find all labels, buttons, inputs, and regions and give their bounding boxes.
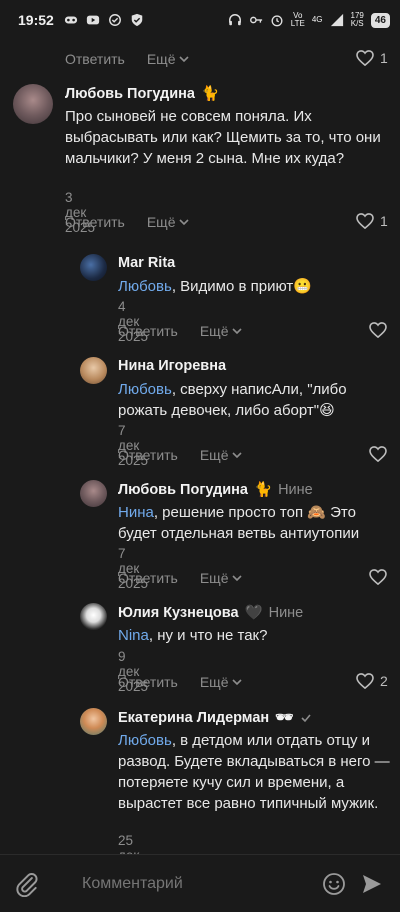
comment-date: 25 дек 2025 <box>118 833 139 854</box>
network-speed: 179 K/S <box>350 11 364 28</box>
reply-button[interactable]: Ответить <box>65 214 125 230</box>
comment-actions: Ответить Ещё <box>118 323 242 339</box>
comment-composer <box>0 854 400 912</box>
like-button[interactable]: 1 <box>356 50 388 66</box>
heart-icon <box>369 569 387 585</box>
comments-feed[interactable]: Ответить Ещё 1 Любовь Погудина 🐈 Про сыно… <box>0 40 400 854</box>
comment-text: Nina, ну и что не так? <box>118 627 268 644</box>
mention-link[interactable]: Любовь <box>118 732 172 749</box>
like-button[interactable] <box>369 446 387 462</box>
heart-icon <box>356 673 374 689</box>
like-count: 1 <box>380 213 388 229</box>
battery-indicator: 46 <box>370 12 390 28</box>
reply-button[interactable]: Ответить <box>118 323 178 339</box>
comment-author[interactable]: Любовь Погудина 🐈 <box>65 85 220 103</box>
comment-text: Любовь, в детдом или отдать отцу и разво… <box>118 732 390 812</box>
comment-text: Нина, решение просто топ 🙈 Это будет отд… <box>118 504 360 542</box>
reply-to-label[interactable]: Нине <box>278 482 313 498</box>
youtube-icon <box>86 15 99 25</box>
comment-actions: Ответить Ещё <box>65 214 189 230</box>
emoji: 🙈 <box>307 504 326 521</box>
mention-link[interactable]: Любовь <box>118 278 172 295</box>
status-time: 19:52 <box>18 12 54 28</box>
headphones-icon <box>228 14 241 26</box>
more-button[interactable]: Ещё <box>147 214 189 230</box>
shield-check-icon <box>131 13 143 27</box>
comment-author[interactable]: Екатерина Лидерман 🕶 <box>118 709 312 726</box>
signal-icon <box>330 13 343 27</box>
comment-input[interactable] <box>58 873 322 894</box>
author-badge: 🖤 <box>244 605 263 621</box>
alarm-icon <box>271 15 283 27</box>
comment-actions: Ответить Ещё <box>118 674 242 690</box>
chevron-down-icon <box>231 451 242 458</box>
comment-text: Любовь, сверху написАли, "либо рожать де… <box>118 381 347 419</box>
mention-link[interactable]: Nina <box>118 627 149 644</box>
reply-to-label[interactable]: Нине <box>269 605 304 621</box>
avatar[interactable] <box>80 480 107 507</box>
status-bar: 19:52 Vo LTE 4G 179 K/S 46 <box>0 0 400 40</box>
avatar[interactable] <box>80 603 107 630</box>
emoji: 😆 <box>319 402 335 419</box>
chevron-down-icon <box>178 218 189 225</box>
avatar[interactable] <box>80 254 107 281</box>
heart-icon <box>356 50 374 66</box>
more-button[interactable]: Ещё <box>200 447 242 463</box>
comment-actions: Ответить Ещё <box>118 570 242 586</box>
network-gen-indicator: 4G <box>311 15 323 24</box>
author-badge: 🐈 <box>254 482 273 498</box>
reply-button[interactable]: Ответить <box>118 447 178 463</box>
like-button[interactable]: 2 <box>356 673 388 689</box>
heart-icon <box>356 213 374 229</box>
more-button[interactable]: Ещё <box>200 323 242 339</box>
chevron-down-icon <box>178 55 189 62</box>
like-button[interactable] <box>369 569 387 585</box>
mention-link[interactable]: Нина <box>118 504 154 521</box>
chevron-down-icon <box>231 678 242 685</box>
chevron-down-icon <box>231 327 242 334</box>
like-count: 1 <box>380 50 388 66</box>
chevron-down-icon <box>231 574 242 581</box>
comment-actions: Ответить Ещё <box>65 51 189 67</box>
avatar[interactable] <box>13 84 53 124</box>
attach-paperclip-icon[interactable] <box>14 871 40 897</box>
reply-button[interactable]: Ответить <box>118 570 178 586</box>
avatar[interactable] <box>80 357 107 384</box>
sync-check-icon <box>108 14 121 26</box>
comment-text: Про сыновей не совсем поняла. Их выбрасы… <box>65 108 381 167</box>
more-button[interactable]: Ещё <box>147 51 189 67</box>
verified-check-icon <box>301 713 311 722</box>
heart-icon <box>369 446 387 462</box>
more-button[interactable]: Ещё <box>200 674 242 690</box>
comment-author[interactable]: Юлия Кузнецова 🖤 Нине <box>118 604 304 622</box>
emoji-smile-icon[interactable] <box>322 872 346 896</box>
author-badge: 🐈 <box>201 86 220 102</box>
author-badge: 🕶 <box>275 710 294 726</box>
more-button[interactable]: Ещё <box>200 570 242 586</box>
key-icon <box>249 16 262 24</box>
like-button[interactable] <box>369 322 387 338</box>
comment-author[interactable]: Любовь Погудина 🐈 Нине <box>118 481 313 499</box>
mention-link[interactable]: Любовь <box>118 381 172 398</box>
send-icon[interactable] <box>360 872 384 896</box>
reply-button[interactable]: Ответить <box>65 51 125 67</box>
comment-actions: Ответить Ещё <box>118 447 242 463</box>
reply-button[interactable]: Ответить <box>118 674 178 690</box>
comment-author[interactable]: Нина Игоревна <box>118 358 226 374</box>
comment-text: Любовь, Видимо в приют😬 <box>118 278 312 295</box>
like-button[interactable]: 1 <box>356 213 388 229</box>
heart-icon <box>369 322 387 338</box>
volte-indicator: Vo LTE <box>290 11 305 28</box>
comment-author[interactable]: Mar Rita <box>118 255 175 271</box>
game-controller-icon <box>64 16 77 24</box>
emoji: 😬 <box>293 278 312 295</box>
avatar[interactable] <box>80 708 107 735</box>
like-count: 2 <box>380 673 388 689</box>
